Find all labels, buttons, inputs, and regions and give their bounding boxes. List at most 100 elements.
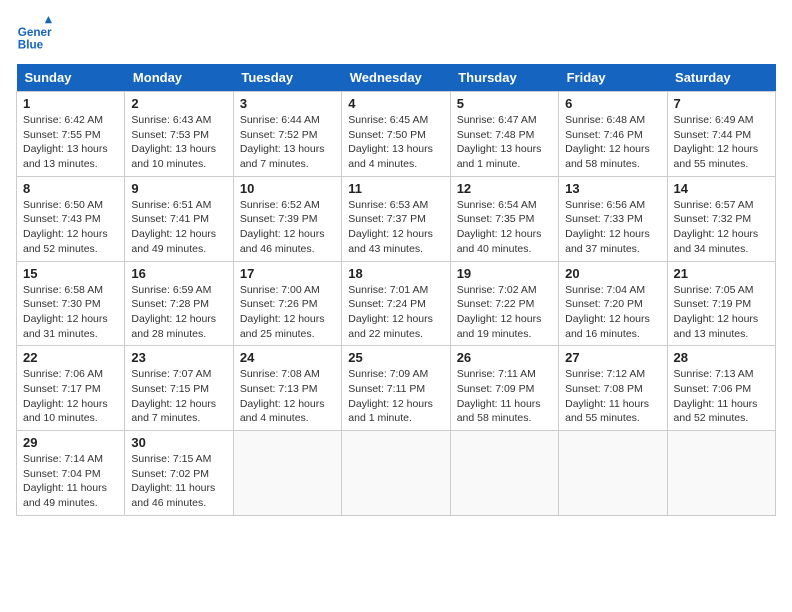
- calendar-week-row: 8 Sunrise: 6:50 AM Sunset: 7:43 PM Daylig…: [17, 176, 776, 261]
- day-number: 12: [457, 181, 552, 196]
- day-number: 19: [457, 266, 552, 281]
- day-info: Sunrise: 6:49 AM Sunset: 7:44 PM Dayligh…: [674, 113, 769, 172]
- day-number: 13: [565, 181, 660, 196]
- day-info: Sunrise: 7:15 AM Sunset: 7:02 PM Dayligh…: [131, 452, 226, 511]
- calendar-week-row: 15 Sunrise: 6:58 AM Sunset: 7:30 PM Dayli…: [17, 261, 776, 346]
- day-number: 28: [674, 350, 769, 365]
- calendar-cell: 15 Sunrise: 6:58 AM Sunset: 7:30 PM Dayli…: [17, 261, 125, 346]
- day-info: Sunrise: 6:54 AM Sunset: 7:35 PM Dayligh…: [457, 198, 552, 257]
- day-number: 17: [240, 266, 335, 281]
- day-number: 25: [348, 350, 443, 365]
- day-info: Sunrise: 6:51 AM Sunset: 7:41 PM Dayligh…: [131, 198, 226, 257]
- day-info: Sunrise: 7:07 AM Sunset: 7:15 PM Dayligh…: [131, 367, 226, 426]
- svg-text:Blue: Blue: [18, 38, 44, 51]
- day-info: Sunrise: 7:02 AM Sunset: 7:22 PM Dayligh…: [457, 283, 552, 342]
- calendar-cell: 19 Sunrise: 7:02 AM Sunset: 7:22 PM Dayli…: [450, 261, 558, 346]
- day-info: Sunrise: 7:01 AM Sunset: 7:24 PM Dayligh…: [348, 283, 443, 342]
- weekday-header-cell: Monday: [125, 64, 233, 92]
- logo: General Blue: [16, 16, 56, 52]
- day-number: 27: [565, 350, 660, 365]
- day-info: Sunrise: 6:47 AM Sunset: 7:48 PM Dayligh…: [457, 113, 552, 172]
- day-info: Sunrise: 6:58 AM Sunset: 7:30 PM Dayligh…: [23, 283, 118, 342]
- day-info: Sunrise: 7:13 AM Sunset: 7:06 PM Dayligh…: [674, 367, 769, 426]
- day-number: 9: [131, 181, 226, 196]
- calendar-cell: [342, 431, 450, 516]
- day-number: 8: [23, 181, 118, 196]
- day-number: 11: [348, 181, 443, 196]
- day-info: Sunrise: 7:04 AM Sunset: 7:20 PM Dayligh…: [565, 283, 660, 342]
- calendar-cell: 3 Sunrise: 6:44 AM Sunset: 7:52 PM Daylig…: [233, 92, 341, 177]
- calendar-cell: [559, 431, 667, 516]
- weekday-header-row: SundayMondayTuesdayWednesdayThursdayFrid…: [17, 64, 776, 92]
- day-info: Sunrise: 6:57 AM Sunset: 7:32 PM Dayligh…: [674, 198, 769, 257]
- calendar-cell: 25 Sunrise: 7:09 AM Sunset: 7:11 PM Dayli…: [342, 346, 450, 431]
- calendar-table: SundayMondayTuesdayWednesdayThursdayFrid…: [16, 64, 776, 516]
- day-number: 6: [565, 96, 660, 111]
- day-number: 22: [23, 350, 118, 365]
- day-info: Sunrise: 7:09 AM Sunset: 7:11 PM Dayligh…: [348, 367, 443, 426]
- calendar-cell: 12 Sunrise: 6:54 AM Sunset: 7:35 PM Dayli…: [450, 176, 558, 261]
- calendar-cell: 29Sunrise: 7:14 AM Sunset: 7:04 PM Dayli…: [17, 431, 125, 516]
- logo-icon: General Blue: [16, 16, 52, 52]
- day-info: Sunrise: 6:53 AM Sunset: 7:37 PM Dayligh…: [348, 198, 443, 257]
- calendar-week-row: 22 Sunrise: 7:06 AM Sunset: 7:17 PM Dayli…: [17, 346, 776, 431]
- day-info: Sunrise: 7:06 AM Sunset: 7:17 PM Dayligh…: [23, 367, 118, 426]
- calendar-cell: 28 Sunrise: 7:13 AM Sunset: 7:06 PM Dayli…: [667, 346, 775, 431]
- day-number: 10: [240, 181, 335, 196]
- calendar-cell: 16 Sunrise: 6:59 AM Sunset: 7:28 PM Dayli…: [125, 261, 233, 346]
- day-number: 15: [23, 266, 118, 281]
- calendar-cell: 11 Sunrise: 6:53 AM Sunset: 7:37 PM Dayli…: [342, 176, 450, 261]
- calendar-cell: 20Sunrise: 7:04 AM Sunset: 7:20 PM Dayli…: [559, 261, 667, 346]
- day-info: Sunrise: 6:56 AM Sunset: 7:33 PM Dayligh…: [565, 198, 660, 257]
- weekday-header-cell: Friday: [559, 64, 667, 92]
- calendar-cell: 7 Sunrise: 6:49 AM Sunset: 7:44 PM Daylig…: [667, 92, 775, 177]
- day-info: Sunrise: 7:05 AM Sunset: 7:19 PM Dayligh…: [674, 283, 769, 342]
- calendar-cell: 4 Sunrise: 6:45 AM Sunset: 7:50 PM Daylig…: [342, 92, 450, 177]
- day-info: Sunrise: 7:14 AM Sunset: 7:04 PM Dayligh…: [23, 452, 118, 511]
- day-info: Sunrise: 6:52 AM Sunset: 7:39 PM Dayligh…: [240, 198, 335, 257]
- day-number: 2: [131, 96, 226, 111]
- calendar-cell: 27Sunrise: 7:12 AM Sunset: 7:08 PM Dayli…: [559, 346, 667, 431]
- day-number: 4: [348, 96, 443, 111]
- calendar-week-row: 29Sunrise: 7:14 AM Sunset: 7:04 PM Dayli…: [17, 431, 776, 516]
- day-number: 21: [674, 266, 769, 281]
- weekday-header-cell: Tuesday: [233, 64, 341, 92]
- calendar-week-row: 1Sunrise: 6:42 AM Sunset: 7:55 PM Daylig…: [17, 92, 776, 177]
- day-info: Sunrise: 6:50 AM Sunset: 7:43 PM Dayligh…: [23, 198, 118, 257]
- calendar-cell: 30 Sunrise: 7:15 AM Sunset: 7:02 PM Dayli…: [125, 431, 233, 516]
- day-info: Sunrise: 6:45 AM Sunset: 7:50 PM Dayligh…: [348, 113, 443, 172]
- calendar-cell: 5 Sunrise: 6:47 AM Sunset: 7:48 PM Daylig…: [450, 92, 558, 177]
- day-info: Sunrise: 7:00 AM Sunset: 7:26 PM Dayligh…: [240, 283, 335, 342]
- calendar-cell: 14 Sunrise: 6:57 AM Sunset: 7:32 PM Dayli…: [667, 176, 775, 261]
- calendar-cell: 18 Sunrise: 7:01 AM Sunset: 7:24 PM Dayli…: [342, 261, 450, 346]
- day-number: 24: [240, 350, 335, 365]
- weekday-header-cell: Thursday: [450, 64, 558, 92]
- day-number: 16: [131, 266, 226, 281]
- day-number: 3: [240, 96, 335, 111]
- calendar-cell: [667, 431, 775, 516]
- day-number: 30: [131, 435, 226, 450]
- day-number: 14: [674, 181, 769, 196]
- day-info: Sunrise: 6:59 AM Sunset: 7:28 PM Dayligh…: [131, 283, 226, 342]
- calendar-cell: 26Sunrise: 7:11 AM Sunset: 7:09 PM Dayli…: [450, 346, 558, 431]
- day-info: Sunrise: 6:48 AM Sunset: 7:46 PM Dayligh…: [565, 113, 660, 172]
- day-info: Sunrise: 6:44 AM Sunset: 7:52 PM Dayligh…: [240, 113, 335, 172]
- calendar-cell: 24 Sunrise: 7:08 AM Sunset: 7:13 PM Dayli…: [233, 346, 341, 431]
- calendar-cell: 8 Sunrise: 6:50 AM Sunset: 7:43 PM Daylig…: [17, 176, 125, 261]
- day-number: 18: [348, 266, 443, 281]
- day-number: 7: [674, 96, 769, 111]
- svg-text:General: General: [18, 26, 52, 39]
- calendar-cell: 21 Sunrise: 7:05 AM Sunset: 7:19 PM Dayli…: [667, 261, 775, 346]
- weekday-header-cell: Saturday: [667, 64, 775, 92]
- calendar-cell: 22 Sunrise: 7:06 AM Sunset: 7:17 PM Dayli…: [17, 346, 125, 431]
- day-info: Sunrise: 7:08 AM Sunset: 7:13 PM Dayligh…: [240, 367, 335, 426]
- day-info: Sunrise: 6:42 AM Sunset: 7:55 PM Dayligh…: [23, 113, 118, 172]
- calendar-body: 1Sunrise: 6:42 AM Sunset: 7:55 PM Daylig…: [17, 92, 776, 516]
- calendar-cell: 17 Sunrise: 7:00 AM Sunset: 7:26 PM Dayli…: [233, 261, 341, 346]
- calendar-cell: [450, 431, 558, 516]
- day-number: 5: [457, 96, 552, 111]
- calendar-cell: 10 Sunrise: 6:52 AM Sunset: 7:39 PM Dayli…: [233, 176, 341, 261]
- calendar-cell: 2Sunrise: 6:43 AM Sunset: 7:53 PM Daylig…: [125, 92, 233, 177]
- calendar-cell: 23Sunrise: 7:07 AM Sunset: 7:15 PM Dayli…: [125, 346, 233, 431]
- calendar-cell: 6 Sunrise: 6:48 AM Sunset: 7:46 PM Daylig…: [559, 92, 667, 177]
